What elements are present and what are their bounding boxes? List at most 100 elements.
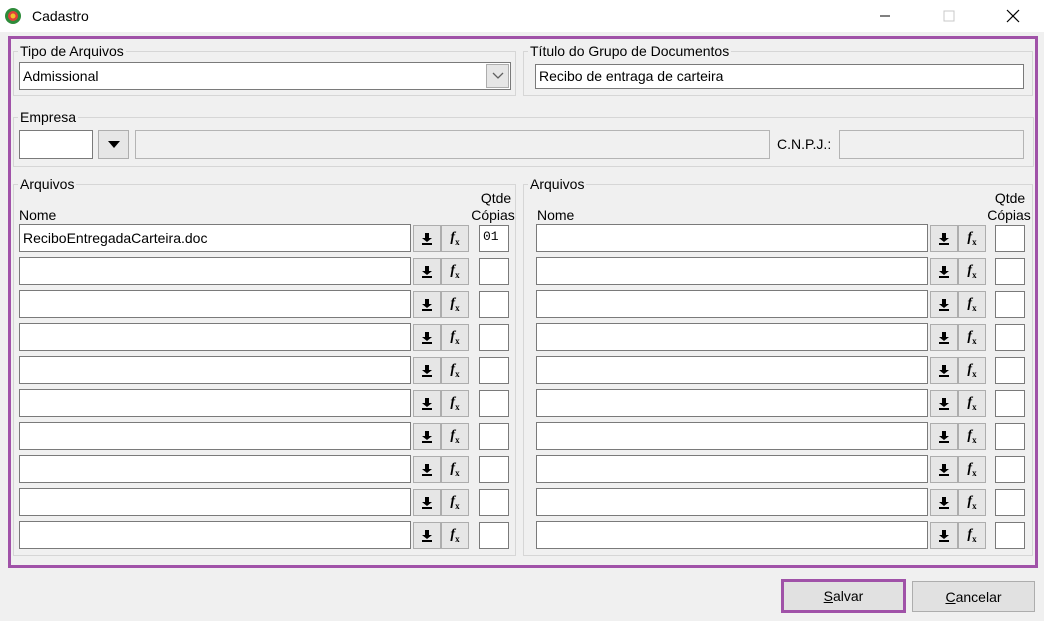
minimize-button[interactable]: [862, 0, 908, 32]
right-copies-input[interactable]: [995, 258, 1025, 285]
right-download-button[interactable]: [930, 522, 958, 549]
close-button[interactable]: [990, 0, 1036, 32]
app-icon: [4, 7, 22, 25]
left-file-name-input[interactable]: ReciboEntregadaCarteira.doc: [19, 224, 411, 252]
left-download-button[interactable]: [413, 489, 441, 516]
left-download-button[interactable]: [413, 324, 441, 351]
left-file-name-input[interactable]: [19, 521, 411, 549]
right-download-button[interactable]: [930, 225, 958, 252]
left-file-name-input[interactable]: [19, 488, 411, 516]
right-download-button[interactable]: [930, 324, 958, 351]
right-formula-button[interactable]: fx: [958, 258, 986, 285]
left-file-name-input[interactable]: [19, 422, 411, 450]
window-title: Cadastro: [32, 8, 89, 24]
left-formula-button[interactable]: fx: [441, 489, 469, 516]
left-file-name-input[interactable]: [19, 323, 411, 351]
right-file-name-input[interactable]: [536, 521, 928, 549]
left-download-button[interactable]: [413, 423, 441, 450]
right-formula-button[interactable]: fx: [958, 423, 986, 450]
right-file-name-input[interactable]: [536, 488, 928, 516]
function-icon: fx: [967, 395, 977, 412]
right-copies-input[interactable]: [995, 522, 1025, 549]
download-icon: [939, 331, 949, 344]
left-file-name-input[interactable]: [19, 455, 411, 483]
download-icon: [939, 397, 949, 410]
left-formula-button[interactable]: fx: [441, 456, 469, 483]
left-download-button[interactable]: [413, 291, 441, 318]
maximize-icon: [943, 10, 955, 22]
left-copies-input[interactable]: [479, 489, 509, 516]
left-download-button[interactable]: [413, 258, 441, 285]
left-formula-button[interactable]: fx: [441, 522, 469, 549]
left-copies-input[interactable]: [479, 324, 509, 351]
right-formula-button[interactable]: fx: [958, 456, 986, 483]
right-formula-button[interactable]: fx: [958, 522, 986, 549]
save-button[interactable]: Salvar: [781, 579, 906, 613]
left-copies-input[interactable]: [479, 390, 509, 417]
left-download-button[interactable]: [413, 456, 441, 483]
left-copies-input[interactable]: [479, 522, 509, 549]
left-copies-input[interactable]: [479, 291, 509, 318]
left-formula-button[interactable]: fx: [441, 258, 469, 285]
right-copies-input[interactable]: [995, 357, 1025, 384]
left-download-button[interactable]: [413, 225, 441, 252]
right-download-button[interactable]: [930, 390, 958, 417]
download-icon: [939, 496, 949, 509]
right-download-button[interactable]: [930, 423, 958, 450]
left-formula-button[interactable]: fx: [441, 390, 469, 417]
right-formula-button[interactable]: fx: [958, 225, 986, 252]
left-file-name-input[interactable]: [19, 389, 411, 417]
right-file-name-input[interactable]: [536, 323, 928, 351]
empresa-lookup-button[interactable]: [98, 130, 129, 159]
left-copies-input[interactable]: [479, 456, 509, 483]
function-icon: fx: [967, 362, 977, 379]
right-copies-input[interactable]: [995, 291, 1025, 318]
tipo-arquivos-dropdown-button[interactable]: [486, 64, 509, 88]
right-download-button[interactable]: [930, 489, 958, 516]
titulo-grupo-input[interactable]: Recibo de entraga de carteira: [535, 64, 1024, 89]
right-copies-input[interactable]: [995, 324, 1025, 351]
left-copies-input[interactable]: 01: [479, 225, 509, 252]
left-formula-button[interactable]: fx: [441, 225, 469, 252]
right-copies-input[interactable]: [995, 423, 1025, 450]
cnpj-label: C.N.P.J.:: [777, 136, 832, 152]
left-download-button[interactable]: [413, 390, 441, 417]
right-formula-button[interactable]: fx: [958, 324, 986, 351]
right-download-button[interactable]: [930, 291, 958, 318]
left-file-name-input[interactable]: [19, 356, 411, 384]
cancel-button[interactable]: Cancelar: [912, 581, 1035, 612]
left-formula-button[interactable]: fx: [441, 357, 469, 384]
left-copies-input[interactable]: [479, 423, 509, 450]
right-formula-button[interactable]: fx: [958, 390, 986, 417]
empresa-code-input[interactable]: [19, 130, 93, 159]
left-file-name-input[interactable]: [19, 257, 411, 285]
right-formula-button[interactable]: fx: [958, 489, 986, 516]
function-icon: fx: [967, 329, 977, 346]
left-file-name-input[interactable]: [19, 290, 411, 318]
right-download-button[interactable]: [930, 258, 958, 285]
right-formula-button[interactable]: fx: [958, 291, 986, 318]
left-formula-button[interactable]: fx: [441, 291, 469, 318]
right-file-name-input[interactable]: [536, 455, 928, 483]
arquivos-right-nome-header: Nome: [537, 207, 575, 223]
right-copies-input[interactable]: [995, 225, 1025, 252]
left-download-button[interactable]: [413, 522, 441, 549]
right-file-name-input[interactable]: [536, 389, 928, 417]
right-file-name-input[interactable]: [536, 224, 928, 252]
left-formula-button[interactable]: fx: [441, 324, 469, 351]
right-copies-input[interactable]: [995, 489, 1025, 516]
right-file-name-input[interactable]: [536, 290, 928, 318]
right-formula-button[interactable]: fx: [958, 357, 986, 384]
right-download-button[interactable]: [930, 357, 958, 384]
tipo-arquivos-select[interactable]: Admissional: [19, 62, 511, 90]
right-file-name-input[interactable]: [536, 356, 928, 384]
left-copies-input[interactable]: [479, 357, 509, 384]
right-download-button[interactable]: [930, 456, 958, 483]
right-file-name-input[interactable]: [536, 257, 928, 285]
right-file-name-input[interactable]: [536, 422, 928, 450]
left-formula-button[interactable]: fx: [441, 423, 469, 450]
left-download-button[interactable]: [413, 357, 441, 384]
right-copies-input[interactable]: [995, 390, 1025, 417]
right-copies-input[interactable]: [995, 456, 1025, 483]
left-copies-input[interactable]: [479, 258, 509, 285]
